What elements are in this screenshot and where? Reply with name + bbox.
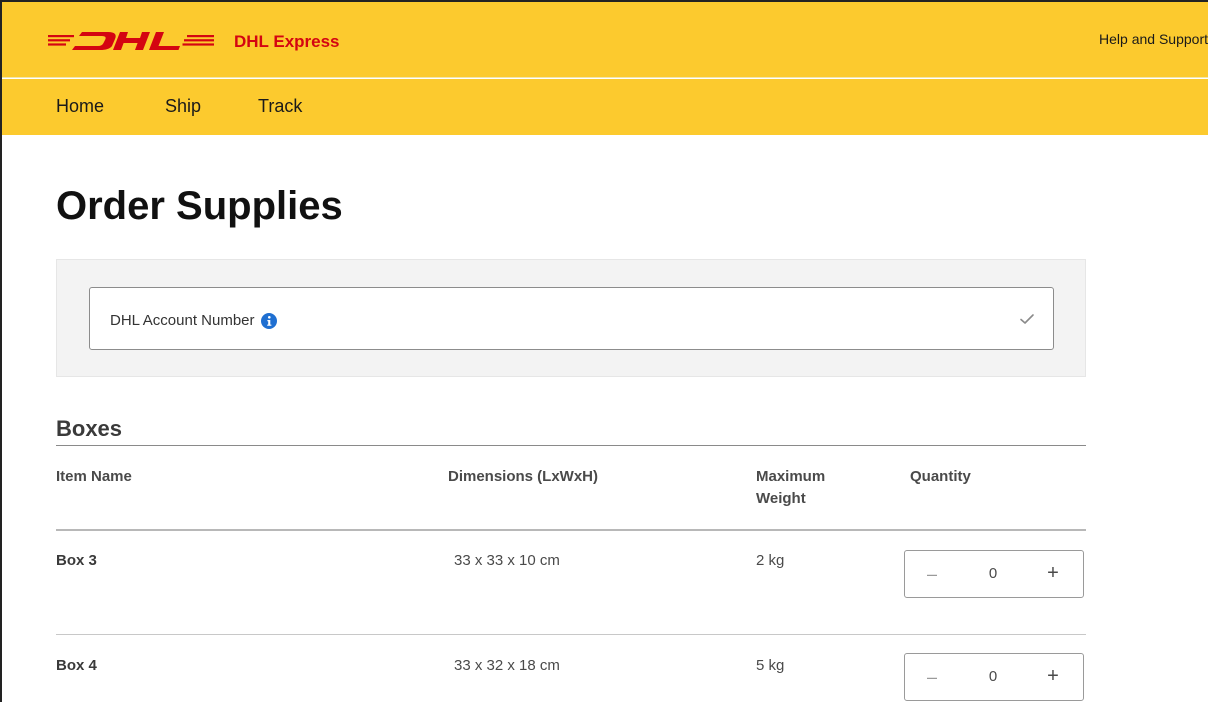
weight-cell: 2 kg: [756, 552, 785, 569]
dhl-logo[interactable]: [48, 26, 214, 54]
check-icon: [1020, 314, 1034, 324]
item-name-cell: Box 3: [56, 552, 97, 569]
dhl-logo-icon: [48, 32, 214, 50]
header-bar: DHL Express Help and Support: [2, 2, 1208, 78]
table-header-divider: [56, 529, 1086, 531]
increment-button[interactable]: +: [1041, 664, 1065, 688]
increment-button[interactable]: +: [1041, 561, 1065, 585]
account-panel: DHL Account Number: [56, 259, 1086, 377]
quantity-value[interactable]: 0: [981, 668, 1005, 685]
column-header-item-name: Item Name: [56, 468, 132, 485]
section-divider: [56, 445, 1086, 446]
help-and-support-link[interactable]: Help and Support: [1099, 31, 1208, 47]
column-header-dimensions: Dimensions (LxWxH): [448, 468, 599, 485]
quantity-stepper: – 0 +: [904, 550, 1084, 598]
quantity-value[interactable]: 0: [981, 565, 1005, 582]
quantity-stepper: – 0 +: [904, 653, 1084, 701]
account-number-label: DHL Account Number: [110, 312, 255, 329]
info-icon[interactable]: [260, 312, 277, 329]
column-header-quantity: Quantity: [910, 468, 971, 485]
account-number-dropdown[interactable]: DHL Account Number: [89, 287, 1054, 350]
section-title-boxes: Boxes: [56, 416, 123, 441]
weight-cell: 5 kg: [756, 657, 785, 674]
main-nav: Home Ship Track: [2, 79, 1208, 135]
nav-item-track[interactable]: Track: [258, 96, 302, 117]
dimensions-cell: 33 x 32 x 18 cm: [454, 657, 560, 674]
account-number-label-wrap: DHL Account Number: [110, 312, 277, 329]
column-header-maximum-weight: Maximum Weight: [756, 468, 826, 507]
nav-item-ship[interactable]: Ship: [165, 96, 201, 117]
dimensions-cell: 33 x 33 x 10 cm: [454, 552, 560, 569]
brand-name[interactable]: DHL Express: [234, 32, 340, 52]
decrement-button[interactable]: –: [921, 666, 943, 688]
decrement-button[interactable]: –: [921, 563, 943, 585]
item-name-cell: Box 4: [56, 657, 97, 674]
page-title: Order Supplies: [56, 184, 343, 228]
row-divider: [56, 634, 1086, 635]
app-window: DHL Express Help and Support Home Ship T…: [0, 0, 1208, 702]
nav-item-home[interactable]: Home: [56, 96, 104, 117]
